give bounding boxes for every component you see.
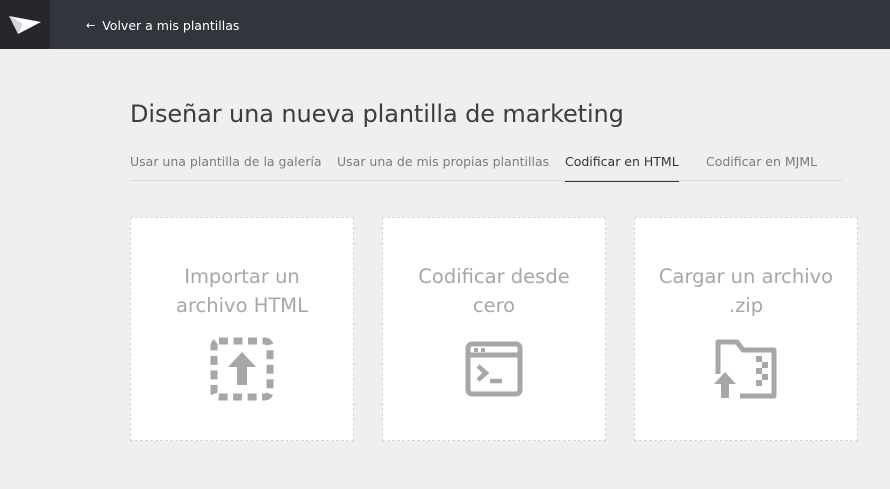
- upload-zip-card[interactable]: Cargar un archivo .zip: [634, 217, 858, 441]
- card-label-line-1: Codificar desde: [418, 265, 570, 288]
- tab-code-html[interactable]: Codificar en HTML: [565, 154, 679, 182]
- card-label-line-2: .zip: [728, 294, 764, 317]
- card-label-line-2: cero: [472, 294, 516, 317]
- tab-own-templates[interactable]: Usar una de mis propias plantillas: [337, 154, 549, 181]
- back-to-templates-link[interactable]: ← Volver a mis plantillas: [86, 16, 239, 34]
- import-html-card-label: Importar un archivo HTML: [141, 262, 343, 320]
- zip-folder-upload-icon: [714, 339, 777, 399]
- back-link-label: Volver a mis plantillas: [102, 17, 240, 33]
- tab-code-mjml[interactable]: Codificar en MJML: [706, 154, 817, 181]
- tab-gallery-template[interactable]: Usar una plantilla de la galería: [130, 154, 322, 181]
- logo[interactable]: [0, 0, 50, 49]
- import-html-card[interactable]: Importar un archivo HTML: [130, 217, 354, 441]
- terminal-window-icon: [465, 341, 523, 397]
- code-from-scratch-card-label: Codificar desde cero: [393, 262, 595, 320]
- template-source-tabs: Usar una plantilla de la galería Usar un…: [130, 146, 842, 182]
- code-from-scratch-card[interactable]: Codificar desde cero: [382, 217, 606, 441]
- arrow-left-icon: ←: [86, 18, 96, 32]
- upload-zip-card-label: Cargar un archivo .zip: [645, 262, 847, 320]
- card-label-line-1: Cargar un archivo: [658, 265, 834, 288]
- page-title: Diseñar una nueva plantilla de marketing: [130, 100, 624, 128]
- paper-plane-logo-icon: [9, 15, 41, 34]
- card-label-line-1: Importar un: [184, 265, 300, 288]
- top-bar: ← Volver a mis plantillas: [0, 0, 890, 49]
- card-label-line-2: archivo HTML: [176, 294, 308, 317]
- upload-dashed-box-icon: [210, 337, 274, 401]
